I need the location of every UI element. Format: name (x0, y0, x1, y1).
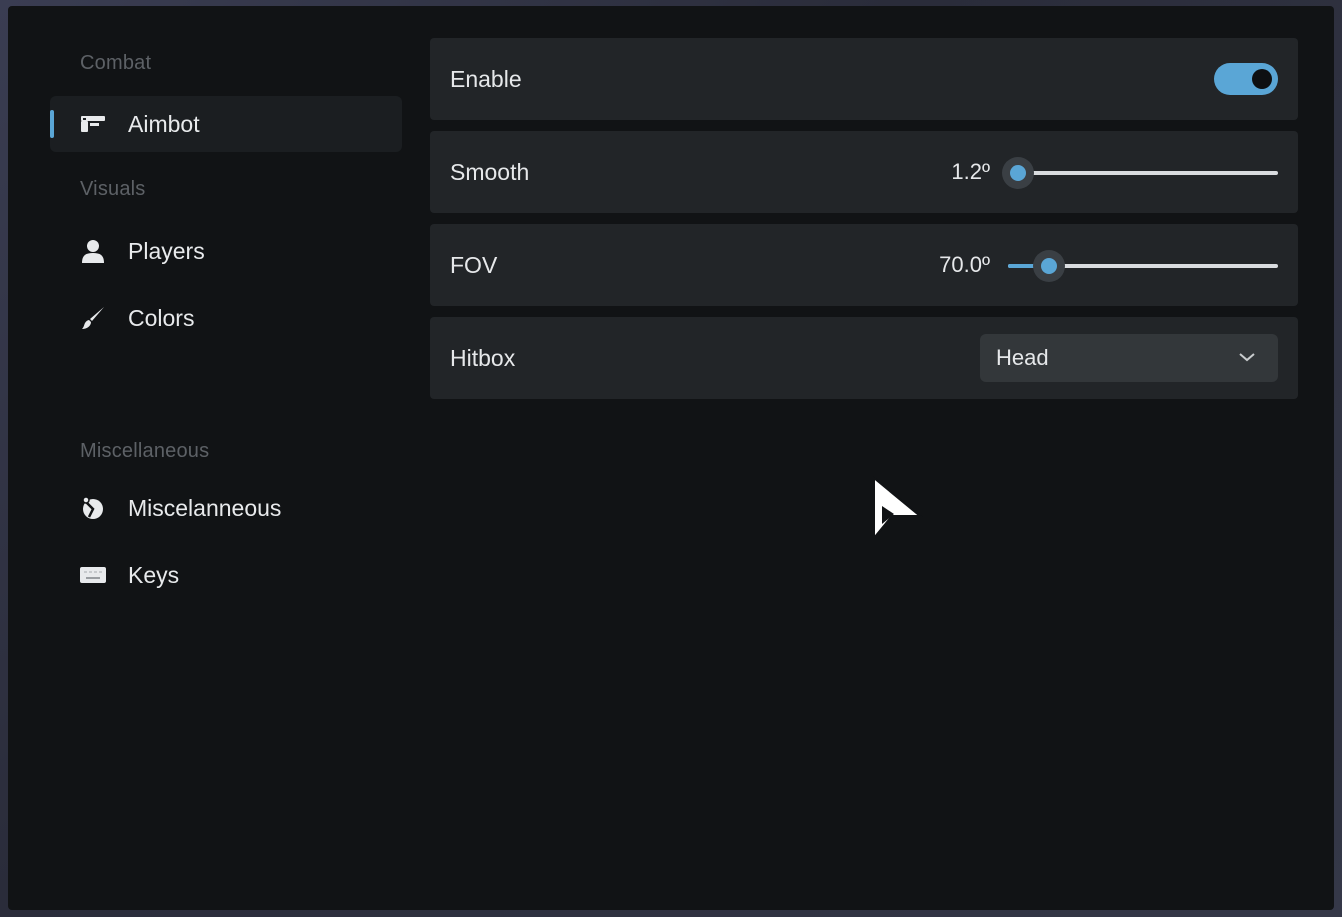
sidebar-item-aimbot[interactable]: Aimbot (50, 96, 402, 152)
setting-row-fov: FOV 70.0º (430, 224, 1298, 306)
section-label-miscellaneous: Miscellaneous (80, 440, 210, 462)
sidebar-item-miscellaneous[interactable]: Miscelanneous (50, 480, 402, 536)
slider-thumb[interactable] (1002, 157, 1034, 189)
misc-icon (80, 496, 106, 520)
setting-row-hitbox: Hitbox Head (430, 317, 1298, 399)
setting-label: Enable (450, 66, 522, 92)
gun-icon (80, 112, 106, 136)
keyboard-icon (80, 563, 106, 587)
smooth-value: 1.2º (951, 159, 990, 184)
sidebar: Combat Aimbot Visuals Players Colors Mis… (8, 6, 418, 910)
setting-label: Hitbox (450, 345, 516, 371)
mouse-cursor-icon (872, 475, 924, 545)
sidebar-item-label: Players (128, 237, 205, 264)
fov-slider[interactable] (1008, 250, 1278, 282)
dropdown-value: Head (996, 345, 1049, 370)
sidebar-item-label: Miscelanneous (128, 494, 282, 521)
person-icon (80, 239, 106, 263)
setting-label: FOV (450, 252, 498, 278)
enable-toggle[interactable] (1214, 63, 1278, 95)
setting-label: Smooth (450, 159, 530, 185)
toggle-knob (1252, 69, 1272, 89)
fov-value: 70.0º (939, 252, 990, 277)
slider-thumb[interactable] (1033, 250, 1065, 282)
setting-row-smooth: Smooth 1.2º (430, 131, 1298, 213)
section-label-combat: Combat (80, 52, 152, 74)
sidebar-item-colors[interactable]: Colors (50, 290, 402, 346)
hitbox-dropdown[interactable]: Head (980, 334, 1278, 382)
brush-icon (80, 306, 106, 330)
active-indicator (50, 110, 54, 138)
setting-row-enable: Enable (430, 38, 1298, 120)
sidebar-item-label: Aimbot (128, 110, 200, 137)
chevron-down-icon (1238, 350, 1256, 368)
smooth-slider[interactable] (1002, 157, 1278, 189)
sidebar-item-keys[interactable]: Keys (50, 547, 402, 603)
sidebar-item-players[interactable]: Players (50, 223, 402, 279)
section-label-visuals: Visuals (80, 178, 146, 200)
sidebar-item-label: Keys (128, 561, 180, 588)
settings-window: Combat Aimbot Visuals Players Colors Mis… (8, 6, 1334, 910)
sidebar-item-label: Colors (128, 304, 195, 331)
